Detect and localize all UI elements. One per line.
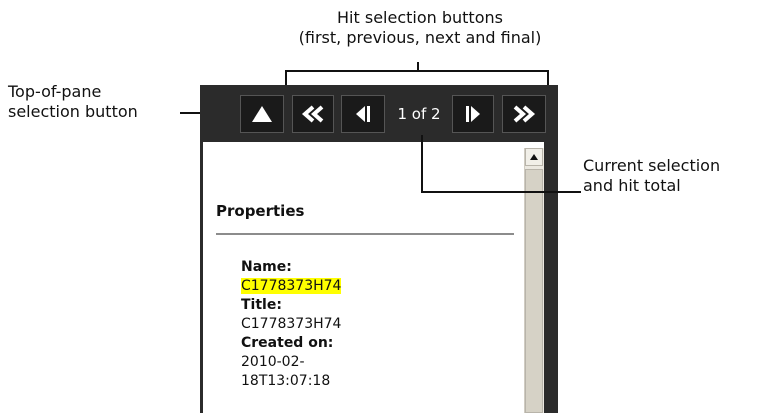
first-hit-button[interactable] (292, 95, 334, 133)
name-value: C1778373H74 (241, 278, 342, 294)
callout-line: selection button (8, 102, 138, 121)
title-value: C1778373H74 (241, 316, 342, 332)
callout-line: Current selection (583, 156, 721, 175)
final-hit-button[interactable] (502, 95, 546, 133)
top-of-pane-callout: Top-of-pane selection button (8, 82, 138, 122)
results-pane: 1 of 2 Properties Name: C1778373H74 Titl… (200, 85, 558, 413)
current-selection-connector-horizontal (421, 191, 581, 193)
created-on-label: Created on: (241, 335, 334, 351)
created-on-value-line: 2010-02- (241, 354, 305, 370)
triangle-right-icon (466, 106, 480, 122)
hit-selection-callout: Hit selection buttons (first, previous, … (255, 8, 585, 48)
top-of-pane-button[interactable] (240, 95, 284, 133)
heading-divider (216, 233, 514, 235)
current-selection-callout: Current selection and hit total (583, 156, 720, 196)
double-chevron-left-icon (301, 105, 324, 123)
created-on-value-line: 18T13:07:18 (241, 373, 331, 389)
scroll-up-button[interactable] (525, 148, 543, 166)
next-hit-button[interactable] (452, 95, 494, 133)
callout-line: Hit selection buttons (337, 8, 503, 27)
previous-hit-button[interactable] (341, 95, 385, 133)
name-value-row: C1778373H74 (241, 277, 342, 296)
callout-line: Top-of-pane (8, 82, 102, 101)
properties-heading: Properties (216, 202, 305, 220)
triangle-up-icon (252, 106, 272, 122)
hit-count-label: 1 of 2 (397, 105, 441, 123)
name-label: Name: (241, 259, 292, 275)
callout-line: (first, previous, next and final) (298, 28, 542, 47)
scroll-up-arrow-icon (530, 154, 538, 160)
hit-navigation-toolbar: 1 of 2 (200, 85, 558, 142)
triangle-left-icon (356, 106, 370, 122)
bracket-stem (417, 62, 419, 72)
double-chevron-right-icon (513, 105, 536, 123)
scrollbar-thumb[interactable] (525, 169, 543, 413)
title-label: Title: (241, 297, 282, 313)
pane-content: Properties Name: C1778373H74 Title: C177… (203, 142, 544, 413)
callout-line: and hit total (583, 176, 681, 195)
current-selection-connector-vertical (421, 135, 423, 193)
